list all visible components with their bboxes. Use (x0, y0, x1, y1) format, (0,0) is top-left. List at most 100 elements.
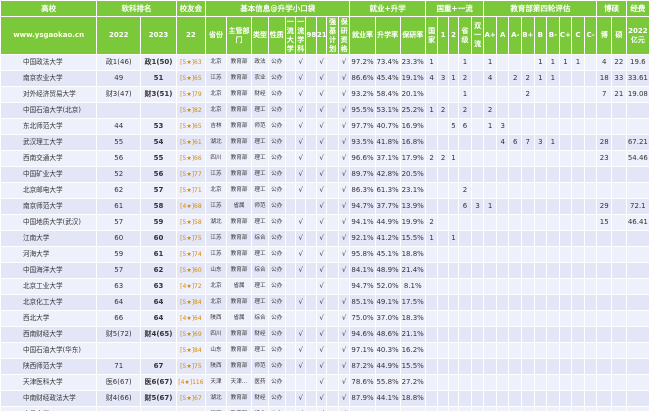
table-row[interactable]: 南昌大学7569[5★]69江西教育部综合公办√√√80.5%34.5%16.1… (0, 406, 650, 411)
cell-eval-a-plus: 2 (483, 102, 497, 119)
cell-dept: 教育部 (225, 70, 253, 87)
cell-dept: 教育部 (225, 166, 253, 183)
cell-doctoral: 7 (596, 86, 613, 103)
table-row[interactable]: 江南大学 60 60 [5★]75 江苏 教育部 综合 公办 √ √ √ 92.1% 41.2% 15.5… (0, 230, 650, 247)
cell-further-rate: 58.4% (374, 86, 401, 103)
table-row[interactable]: 中国海洋大学 57 62 [5★]60 山东 教育部 综合 公办 √ √ √ 84.1% 48.9% 21… (0, 262, 650, 279)
table-row[interactable]: 中南财经政法大学 财4(66) 财5(67) [5★]67 湖北 教育部 财经 公办 √ √ √ 87… (0, 390, 650, 407)
cell-doctoral (596, 102, 613, 119)
cell-eval-a-minus (508, 198, 522, 215)
cell-univ-name: 陕西师范大学 (0, 358, 98, 375)
cell-rank-2023 (140, 342, 177, 359)
table-row[interactable]: 北京化工大学 64 64 [5★]84 北京 教育部 理工 公办 √ √ √ 85.1% 49.1% 17… (0, 294, 650, 311)
cell-first-subject: √ (294, 118, 307, 135)
cell-c2 (447, 406, 460, 411)
header-c-plus: C+ (558, 16, 573, 55)
table-row[interactable]: 西北大学 66 64 [4★]64 陕西 省属 综合 公办 √ √ 75.0% 37.0% 18.3% (0, 310, 650, 327)
cell-council-rank: [5★]66 (175, 150, 207, 167)
cell-eval-c-plus (558, 326, 573, 343)
cell-eval-a-plus (483, 406, 497, 411)
cell-double-first (470, 70, 485, 87)
table-row[interactable]: 武汉理工大学 55 54 [5★]61 湖北 教育部 理工 公办 √ √ √ 93.5% 41.8% 16… (0, 134, 650, 151)
cell-eval-b (533, 182, 548, 199)
cell-first-univ (284, 230, 297, 247)
table-row[interactable]: 中国石油大学(北京) [5★]82 北京 教育部 理工 公办 √ √ √ 95.5% 53.1% 25… (0, 102, 650, 119)
table-row[interactable]: 南京农业大学 49 51 [5★]65 江苏 教育部 农业 公办 √ √ √ 86.6% 45.4% 19… (0, 70, 650, 87)
cell-eval-a-minus (508, 86, 522, 103)
cell-strong-base (326, 134, 339, 151)
cell-funding (625, 374, 650, 391)
cell-rank-2022: 57 (96, 262, 142, 279)
cell-tuimian-rate: 16.8% (399, 134, 426, 151)
table-row[interactable]: 北京工业大学 63 63 [4★]72 北京 省属 理工 公办 √ 94.7% 52.0% 8.1% (0, 278, 650, 295)
table-row[interactable]: 陕西师范大学 71 67 [5★]75 陕西 教育部 师范 公办 √ √ √ 87.2% 44.9% 15… (0, 358, 650, 375)
cell-rank-2023: 政1(50) (140, 54, 177, 71)
cell-rank-2022: 52 (96, 166, 142, 183)
table-row[interactable]: 中国矿业大学 52 56 [5★]77 江苏 教育部 理工 公办 √ √ √ 89.7% 42.8% 20… (0, 166, 650, 183)
cell-eval-c-minus (583, 214, 598, 231)
cell-univ-name: 北京化工大学 (0, 294, 98, 311)
cell-employ-rate: 86.3% (349, 182, 376, 199)
cell-rank-2022 (96, 102, 142, 119)
cell-eval-c-plus (558, 70, 573, 87)
header-basic-info: 基本信息@升学小口袋 (205, 0, 351, 17)
cell-dept: 教育部 (225, 262, 253, 279)
cell-dept: 省属 (225, 310, 253, 327)
table-row[interactable]: 中国石油大学(华东) [5★]84 山东 教育部 理工 公办 √ √ √ 97.1% 40.3% 16… (0, 342, 650, 359)
table-row[interactable]: 东北师范大学 44 53 [5★]65 吉林 教育部 师范 公办 √ √ √ 97.7% 40.7% 16… (0, 118, 650, 135)
cell-double-first (470, 406, 485, 411)
table-row[interactable]: 西南交通大学 56 55 [5★]66 四川 教育部 理工 公办 √ √ √ 96.6% 37.1% 17… (0, 150, 650, 167)
cell-eval-a (495, 150, 510, 167)
cell-master (611, 134, 627, 151)
site-url[interactable]: www.ysgaokao.cn (0, 16, 98, 55)
cell-is-985 (305, 118, 317, 135)
cell-rank-2023: 财5(67) (140, 390, 177, 407)
cell-rank-2023: 55 (140, 150, 177, 167)
cell-doctoral (596, 342, 613, 359)
cell-first-subject: √ (294, 166, 307, 183)
cell-is-985 (305, 342, 317, 359)
cell-c2 (447, 390, 460, 407)
table-row[interactable]: 西南财经大学 财5(72) 财4(65) [5★]69 四川 教育部 财经 公办 √ √ √ 94.6… (0, 326, 650, 343)
cell-doctoral: 28 (596, 134, 613, 151)
cell-first-univ (284, 166, 297, 183)
cell-eval-a (495, 86, 510, 103)
cell-provincial (458, 310, 472, 327)
cell-funding (625, 358, 650, 375)
table-row[interactable]: 河海大学 59 61 [5★]74 江苏 教育部 理工 公办 √ √ √ 95.8% 45.1% 18.8… (0, 246, 650, 263)
cell-is-211: √ (315, 150, 328, 167)
cell-eval-a (495, 358, 510, 375)
cell-dept: 教育部 (225, 54, 253, 71)
university-ranking-table: 高校 软科排名 校友会 基本信息@升学小口袋 就业+升学 国重+一流 教育部第四… (0, 0, 650, 411)
table-row[interactable]: 中国政法大学 政1(46) 政1(50) [5★]63 北京 教育部 政法 公办 √ √ √ 97.2… (0, 54, 650, 71)
cell-eval-b-minus (546, 230, 560, 247)
cell-rank-2022: 71 (96, 358, 142, 375)
table-row[interactable]: 北京邮电大学 62 57 [5★]71 北京 教育部 理工 公办 √ √ √ 86.3% 61.3% 23… (0, 182, 650, 199)
table-row[interactable]: 中国地质大学(武汉) 57 59 [5★]58 湖北 教育部 理工 公办 √ √ √ 94.1% 44.… (0, 214, 650, 231)
cell-rank-2023: 64 (140, 310, 177, 327)
cell-dept: 教育部 (225, 342, 253, 359)
cell-eval-c-plus (558, 182, 573, 199)
cell-eval-b (533, 246, 548, 263)
cell-nat-key (424, 390, 439, 407)
table-row[interactable]: 天津医科大学 医6(67) 医6(67) [4★]116 天津 天津… 医药 公办 √ √ 78.6… (0, 374, 650, 391)
cell-nat-key (424, 118, 439, 135)
cell-univ-name: 西南财经大学 (0, 326, 98, 343)
table-row[interactable]: 对外经济贸易大学 财3(47) 财3(51) [5★]79 北京 教育部 财经 公办 √ √ √ 93… (0, 86, 650, 103)
header-c2: 2 (447, 16, 460, 55)
cell-is-985 (305, 294, 317, 311)
cell-eval-c-plus (558, 246, 573, 263)
cell-is-211: √ (315, 86, 328, 103)
cell-council-rank: [5★]63 (175, 54, 207, 71)
cell-strong-base (326, 166, 339, 183)
cell-first-univ (284, 102, 297, 119)
cell-nat-key (424, 198, 439, 215)
cell-type: 理工 (251, 246, 269, 263)
cell-strong-base (326, 214, 339, 231)
cell-type: 理工 (251, 278, 269, 295)
cell-eval-b-plus (521, 102, 535, 119)
cell-eval-b-plus (521, 406, 535, 411)
cell-first-univ (284, 214, 297, 231)
table-row[interactable]: 南京师范大学 61 58 [4★]68 江苏 省属 师范 公办 √ √ 94.7% 37.7% 13.9… (0, 198, 650, 215)
cell-is-211: √ (315, 182, 328, 199)
